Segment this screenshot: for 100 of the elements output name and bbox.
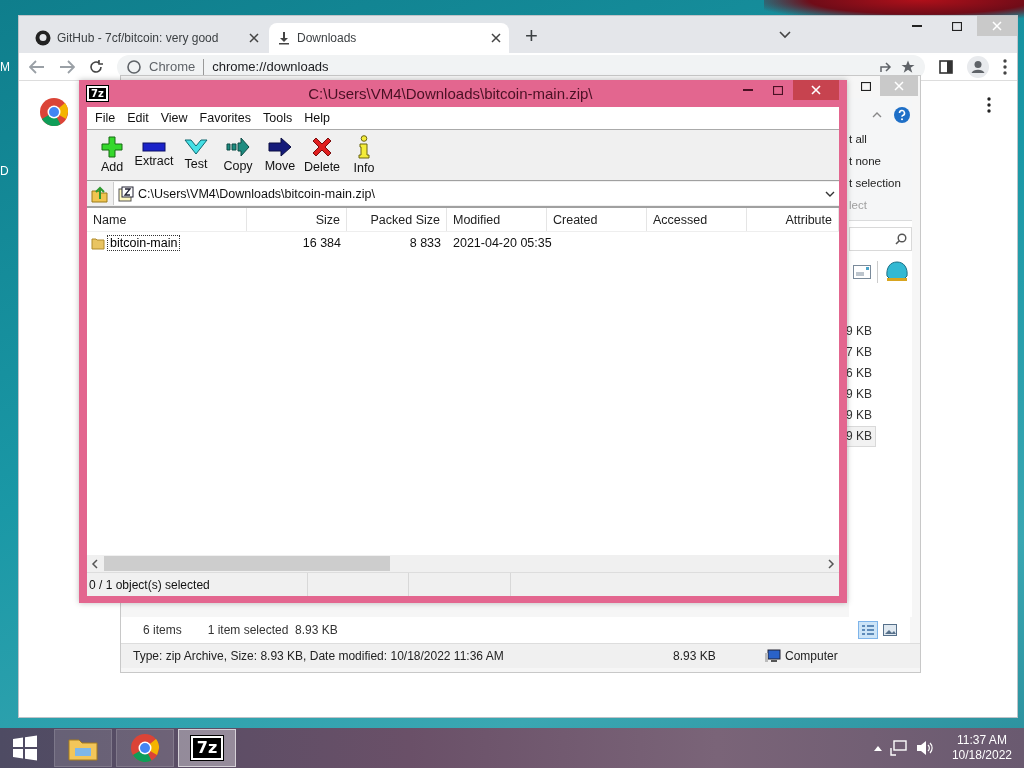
desktop-icon-label: D xyxy=(0,164,9,178)
folder-up-icon[interactable] xyxy=(91,184,109,203)
file-size-cell-text: 6 KB xyxy=(845,365,873,382)
taskbar-app-button[interactable]: 7z xyxy=(178,729,236,767)
search-icon xyxy=(895,233,907,245)
reload-icon[interactable] xyxy=(89,59,103,74)
profile-avatar-icon[interactable] xyxy=(967,55,989,78)
column-header[interactable]: Attribute xyxy=(747,208,839,231)
status-text: 0 / 1 object(s) selected xyxy=(87,573,308,596)
column-header[interactable]: Size xyxy=(247,208,347,231)
column-header[interactable]: Modified xyxy=(447,208,547,231)
close-icon xyxy=(992,21,1002,31)
back-icon[interactable] xyxy=(29,59,45,74)
volume-icon xyxy=(915,740,934,756)
column-header[interactable]: Created xyxy=(547,208,647,231)
file-size-cell-text: 9 KB xyxy=(845,407,873,424)
folder-icon xyxy=(91,235,105,250)
menu-item[interactable]: Tools xyxy=(257,111,299,125)
delete-icon xyxy=(311,136,333,158)
view-button[interactable] xyxy=(858,621,878,639)
ribbon-command[interactable]: t all xyxy=(849,128,867,150)
browser-tab[interactable]: GitHub - 7cf/bitcoin: very good xyxy=(27,23,267,53)
archive-icon xyxy=(118,185,134,202)
arrow-right-icon xyxy=(268,137,292,157)
taskbar-app-button[interactable] xyxy=(116,729,174,767)
selection-info: 1 item selected 8.93 KB xyxy=(207,623,338,637)
toolbar-button[interactable]: Move xyxy=(259,130,301,180)
clock[interactable]: 11:37 AM 10/18/2022 xyxy=(951,733,1012,763)
plus-icon xyxy=(101,136,123,158)
toolbar-button[interactable]: Copy xyxy=(217,130,259,180)
app-logo: 7z xyxy=(190,736,224,760)
maximize-icon xyxy=(861,81,871,91)
computer-icon xyxy=(765,649,781,663)
check-chevron-icon xyxy=(184,139,208,155)
column-header[interactable]: Accessed xyxy=(647,208,747,231)
caret-up-icon xyxy=(873,745,882,751)
share-icon xyxy=(879,59,893,74)
download-icon xyxy=(277,31,291,45)
maximize-icon xyxy=(952,21,962,31)
toolbar-button[interactable]: Info xyxy=(343,130,385,180)
menu-icon[interactable] xyxy=(1003,58,1007,75)
item-count: 6 items xyxy=(143,623,182,637)
close-icon xyxy=(894,81,904,91)
caret-up-icon xyxy=(872,112,882,118)
toolbar-button[interactable]: Test xyxy=(175,130,217,180)
menu-item[interactable]: Favorites xyxy=(193,111,257,125)
browser-tab[interactable]: Downloads xyxy=(269,23,509,53)
file-name[interactable]: bitcoin-main xyxy=(107,234,181,251)
ribbon-command[interactable]: t selection xyxy=(849,172,901,194)
maximize-icon xyxy=(773,85,783,95)
toolbar-button[interactable]: Add xyxy=(91,130,133,180)
windows-logo-icon[interactable] xyxy=(12,735,38,761)
chevron-down-icon xyxy=(779,31,791,39)
shell-icon xyxy=(884,260,910,284)
file-details-text: Type: zip Archive, Size: 8.93 KB, Date modified: 10/18/2022 11:36 AM xyxy=(133,649,505,663)
date-text: 10/18/2022 xyxy=(951,748,1012,763)
star-icon xyxy=(901,59,915,74)
menu-item[interactable]: View xyxy=(154,111,194,125)
toolbar-button[interactable]: Extract xyxy=(133,130,175,180)
file-size-cell-text: 9 KB xyxy=(845,323,873,340)
close-icon xyxy=(491,33,501,43)
menu-icon[interactable] xyxy=(987,97,991,113)
preview-pane-icon xyxy=(853,265,871,279)
file-size-cell-text: 7 KB xyxy=(845,344,873,361)
close-button[interactable] xyxy=(793,80,839,100)
path-field[interactable]: C:\Users\VM4\Downloads\bitcoin-main.zip\ xyxy=(113,182,839,205)
menu-item[interactable]: Edit xyxy=(121,111,155,125)
app-logo: 7z xyxy=(87,86,108,101)
toolbar-button[interactable]: Delete xyxy=(301,130,343,180)
close-icon xyxy=(811,85,821,95)
window-title: C:\Users\VM4\Downloads\bitcoin-main.zip\ xyxy=(307,85,594,102)
taskbar-app-button[interactable] xyxy=(54,729,112,767)
forward-icon[interactable] xyxy=(59,59,75,74)
column-header[interactable]: Packed Size xyxy=(347,208,447,231)
site-label: Chrome xyxy=(149,59,196,74)
info-icon xyxy=(127,59,141,74)
desktop-icon-label: M xyxy=(0,60,10,74)
location-text: Computer xyxy=(785,649,838,663)
info-icon xyxy=(357,135,371,159)
time-text: 11:37 AM xyxy=(957,733,1007,748)
view-button[interactable] xyxy=(880,621,900,639)
file-size-cell-text: 9 KB xyxy=(845,386,873,403)
close-icon xyxy=(249,33,259,43)
minimize-icon xyxy=(912,25,922,27)
sidebar-icon[interactable] xyxy=(939,59,953,74)
column-header[interactable]: Name xyxy=(87,208,247,231)
table-cell-text: 16 384 xyxy=(301,235,342,250)
menu-item[interactable]: File xyxy=(89,111,122,125)
arrow-right-icon xyxy=(226,137,250,157)
details-view-icon xyxy=(861,624,875,636)
horizontal-scrollbar[interactable] xyxy=(87,555,839,572)
menu-item[interactable]: Help xyxy=(298,111,336,125)
minus-icon xyxy=(142,142,166,152)
minimize-icon xyxy=(743,89,753,91)
search-field[interactable] xyxy=(849,227,912,251)
file-size-text: 8.93 KB xyxy=(673,649,717,663)
new-tab-button[interactable]: + xyxy=(525,25,538,47)
ribbon-command[interactable]: t none xyxy=(849,150,881,172)
url-text: chrome://downloads xyxy=(212,59,329,74)
image-view-icon xyxy=(883,624,897,636)
